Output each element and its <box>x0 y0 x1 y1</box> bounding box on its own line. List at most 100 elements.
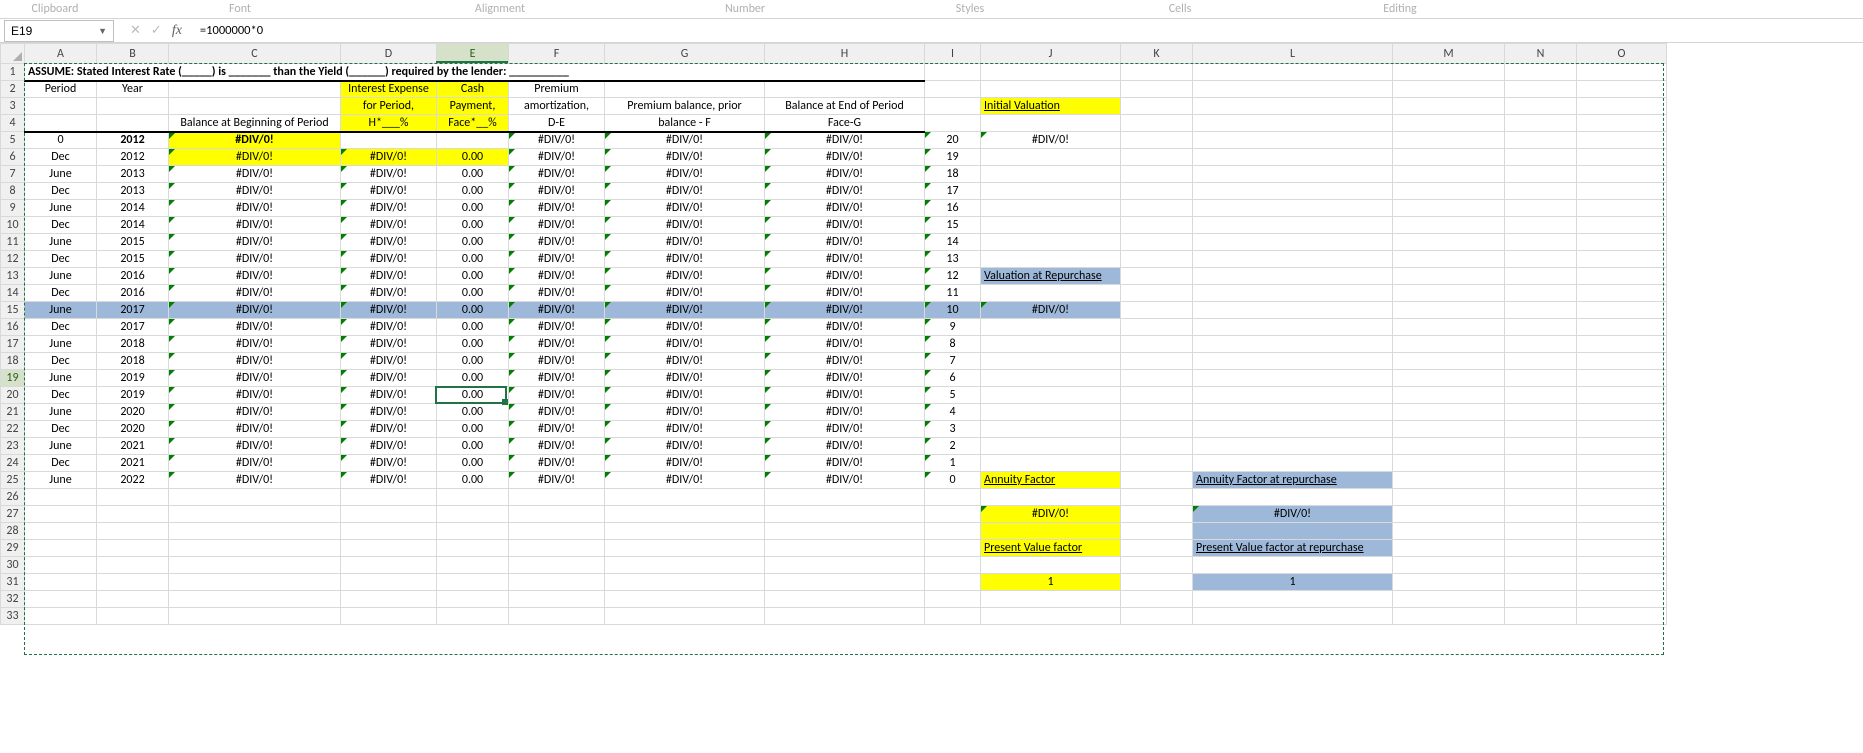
cell-O7[interactable] <box>1577 166 1667 183</box>
row-header-1[interactable]: 1 <box>1 64 25 81</box>
cell-J31[interactable]: 1 <box>981 574 1121 591</box>
cell-O5[interactable] <box>1577 132 1667 149</box>
formula-input[interactable] <box>194 20 1863 42</box>
cell-L4[interactable] <box>1193 115 1393 132</box>
cell-A23[interactable]: June <box>25 438 97 455</box>
chevron-down-icon[interactable]: ▼ <box>98 26 107 36</box>
col-header-O[interactable]: O <box>1577 44 1667 64</box>
cell-G13[interactable]: #DIV/0! <box>605 268 765 285</box>
cell-F13[interactable]: #DIV/0! <box>509 268 605 285</box>
cell-I9[interactable]: 16 <box>925 200 981 217</box>
cell-D17[interactable]: #DIV/0! <box>341 336 437 353</box>
cell-A13[interactable]: June <box>25 268 97 285</box>
cell-N11[interactable] <box>1505 234 1577 251</box>
cell-E24[interactable]: 0.00 <box>437 455 509 472</box>
cell-A1[interactable]: ASSUME: Stated Interest Rate (_____) is … <box>25 64 925 81</box>
cell-G23[interactable]: #DIV/0! <box>605 438 765 455</box>
cell-I8[interactable]: 17 <box>925 183 981 200</box>
row-header-4[interactable]: 4 <box>1 115 25 132</box>
cell-M32[interactable] <box>1393 591 1505 608</box>
cell-C15[interactable]: #DIV/0! <box>169 302 341 319</box>
cell-G4[interactable]: balance - F <box>605 115 765 132</box>
cell-L3[interactable] <box>1193 98 1393 115</box>
cell-K10[interactable] <box>1121 217 1193 234</box>
cell-H24[interactable]: #DIV/0! <box>765 455 925 472</box>
cell-G24[interactable]: #DIV/0! <box>605 455 765 472</box>
cell-M3[interactable] <box>1393 98 1505 115</box>
cell-F28[interactable] <box>509 523 605 540</box>
cell-I28[interactable] <box>925 523 981 540</box>
cell-J5[interactable]: #DIV/0! <box>981 132 1121 149</box>
cell-A16[interactable]: Dec <box>25 319 97 336</box>
cell-L25[interactable]: Annuity Factor at repurchase <box>1193 472 1393 489</box>
cell-O33[interactable] <box>1577 608 1667 625</box>
cell-M27[interactable] <box>1393 506 1505 523</box>
row-header-21[interactable]: 21 <box>1 404 25 421</box>
cell-O24[interactable] <box>1577 455 1667 472</box>
cell-J24[interactable] <box>981 455 1121 472</box>
cell-O20[interactable] <box>1577 387 1667 404</box>
row-header-28[interactable]: 28 <box>1 523 25 540</box>
cell-L21[interactable] <box>1193 404 1393 421</box>
cell-O19[interactable] <box>1577 370 1667 387</box>
cell-J6[interactable] <box>981 149 1121 166</box>
cell-B27[interactable] <box>97 506 169 523</box>
cell-M16[interactable] <box>1393 319 1505 336</box>
cell-H28[interactable] <box>765 523 925 540</box>
cell-M10[interactable] <box>1393 217 1505 234</box>
cell-F16[interactable]: #DIV/0! <box>509 319 605 336</box>
cell-I24[interactable]: 1 <box>925 455 981 472</box>
row-header-32[interactable]: 32 <box>1 591 25 608</box>
cell-F29[interactable] <box>509 540 605 557</box>
cell-E23[interactable]: 0.00 <box>437 438 509 455</box>
cell-G6[interactable]: #DIV/0! <box>605 149 765 166</box>
cell-B16[interactable]: 2017 <box>97 319 169 336</box>
cell-L17[interactable] <box>1193 336 1393 353</box>
row-header-27[interactable]: 27 <box>1 506 25 523</box>
cell-L32[interactable] <box>1193 591 1393 608</box>
cell-M25[interactable] <box>1393 472 1505 489</box>
cell-E17[interactable]: 0.00 <box>437 336 509 353</box>
cell-O15[interactable] <box>1577 302 1667 319</box>
cell-C32[interactable] <box>169 591 341 608</box>
cell-O6[interactable] <box>1577 149 1667 166</box>
cell-L8[interactable] <box>1193 183 1393 200</box>
cell-K22[interactable] <box>1121 421 1193 438</box>
cell-D8[interactable]: #DIV/0! <box>341 183 437 200</box>
cell-E6[interactable]: 0.00 <box>437 149 509 166</box>
cell-F24[interactable]: #DIV/0! <box>509 455 605 472</box>
cell-H5[interactable]: #DIV/0! <box>765 132 925 149</box>
row-header-31[interactable]: 31 <box>1 574 25 591</box>
cell-N10[interactable] <box>1505 217 1577 234</box>
cell-B2[interactable]: Year <box>97 81 169 98</box>
row-header-33[interactable]: 33 <box>1 608 25 625</box>
cell-C9[interactable]: #DIV/0! <box>169 200 341 217</box>
cell-L19[interactable] <box>1193 370 1393 387</box>
cell-N21[interactable] <box>1505 404 1577 421</box>
cell-A20[interactable]: Dec <box>25 387 97 404</box>
cell-C20[interactable]: #DIV/0! <box>169 387 341 404</box>
cell-H32[interactable] <box>765 591 925 608</box>
cell-B11[interactable]: 2015 <box>97 234 169 251</box>
cell-B4[interactable] <box>97 115 169 132</box>
cell-L30[interactable] <box>1193 557 1393 574</box>
cell-G9[interactable]: #DIV/0! <box>605 200 765 217</box>
cell-M18[interactable] <box>1393 353 1505 370</box>
cell-A15[interactable]: June <box>25 302 97 319</box>
cell-L22[interactable] <box>1193 421 1393 438</box>
cell-K27[interactable] <box>1121 506 1193 523</box>
cell-N4[interactable] <box>1505 115 1577 132</box>
cell-J13[interactable]: Valuation at Repurchase <box>981 268 1121 285</box>
cell-O28[interactable] <box>1577 523 1667 540</box>
cell-B8[interactable]: 2013 <box>97 183 169 200</box>
cell-A12[interactable]: Dec <box>25 251 97 268</box>
cell-I29[interactable] <box>925 540 981 557</box>
fx-icon[interactable]: fx <box>172 23 182 39</box>
cell-H31[interactable] <box>765 574 925 591</box>
row-header-19[interactable]: 19 <box>1 370 25 387</box>
cell-O14[interactable] <box>1577 285 1667 302</box>
cell-G29[interactable] <box>605 540 765 557</box>
cell-K29[interactable] <box>1121 540 1193 557</box>
col-header-G[interactable]: G <box>605 44 765 64</box>
cell-E2[interactable]: Cash <box>437 81 509 98</box>
